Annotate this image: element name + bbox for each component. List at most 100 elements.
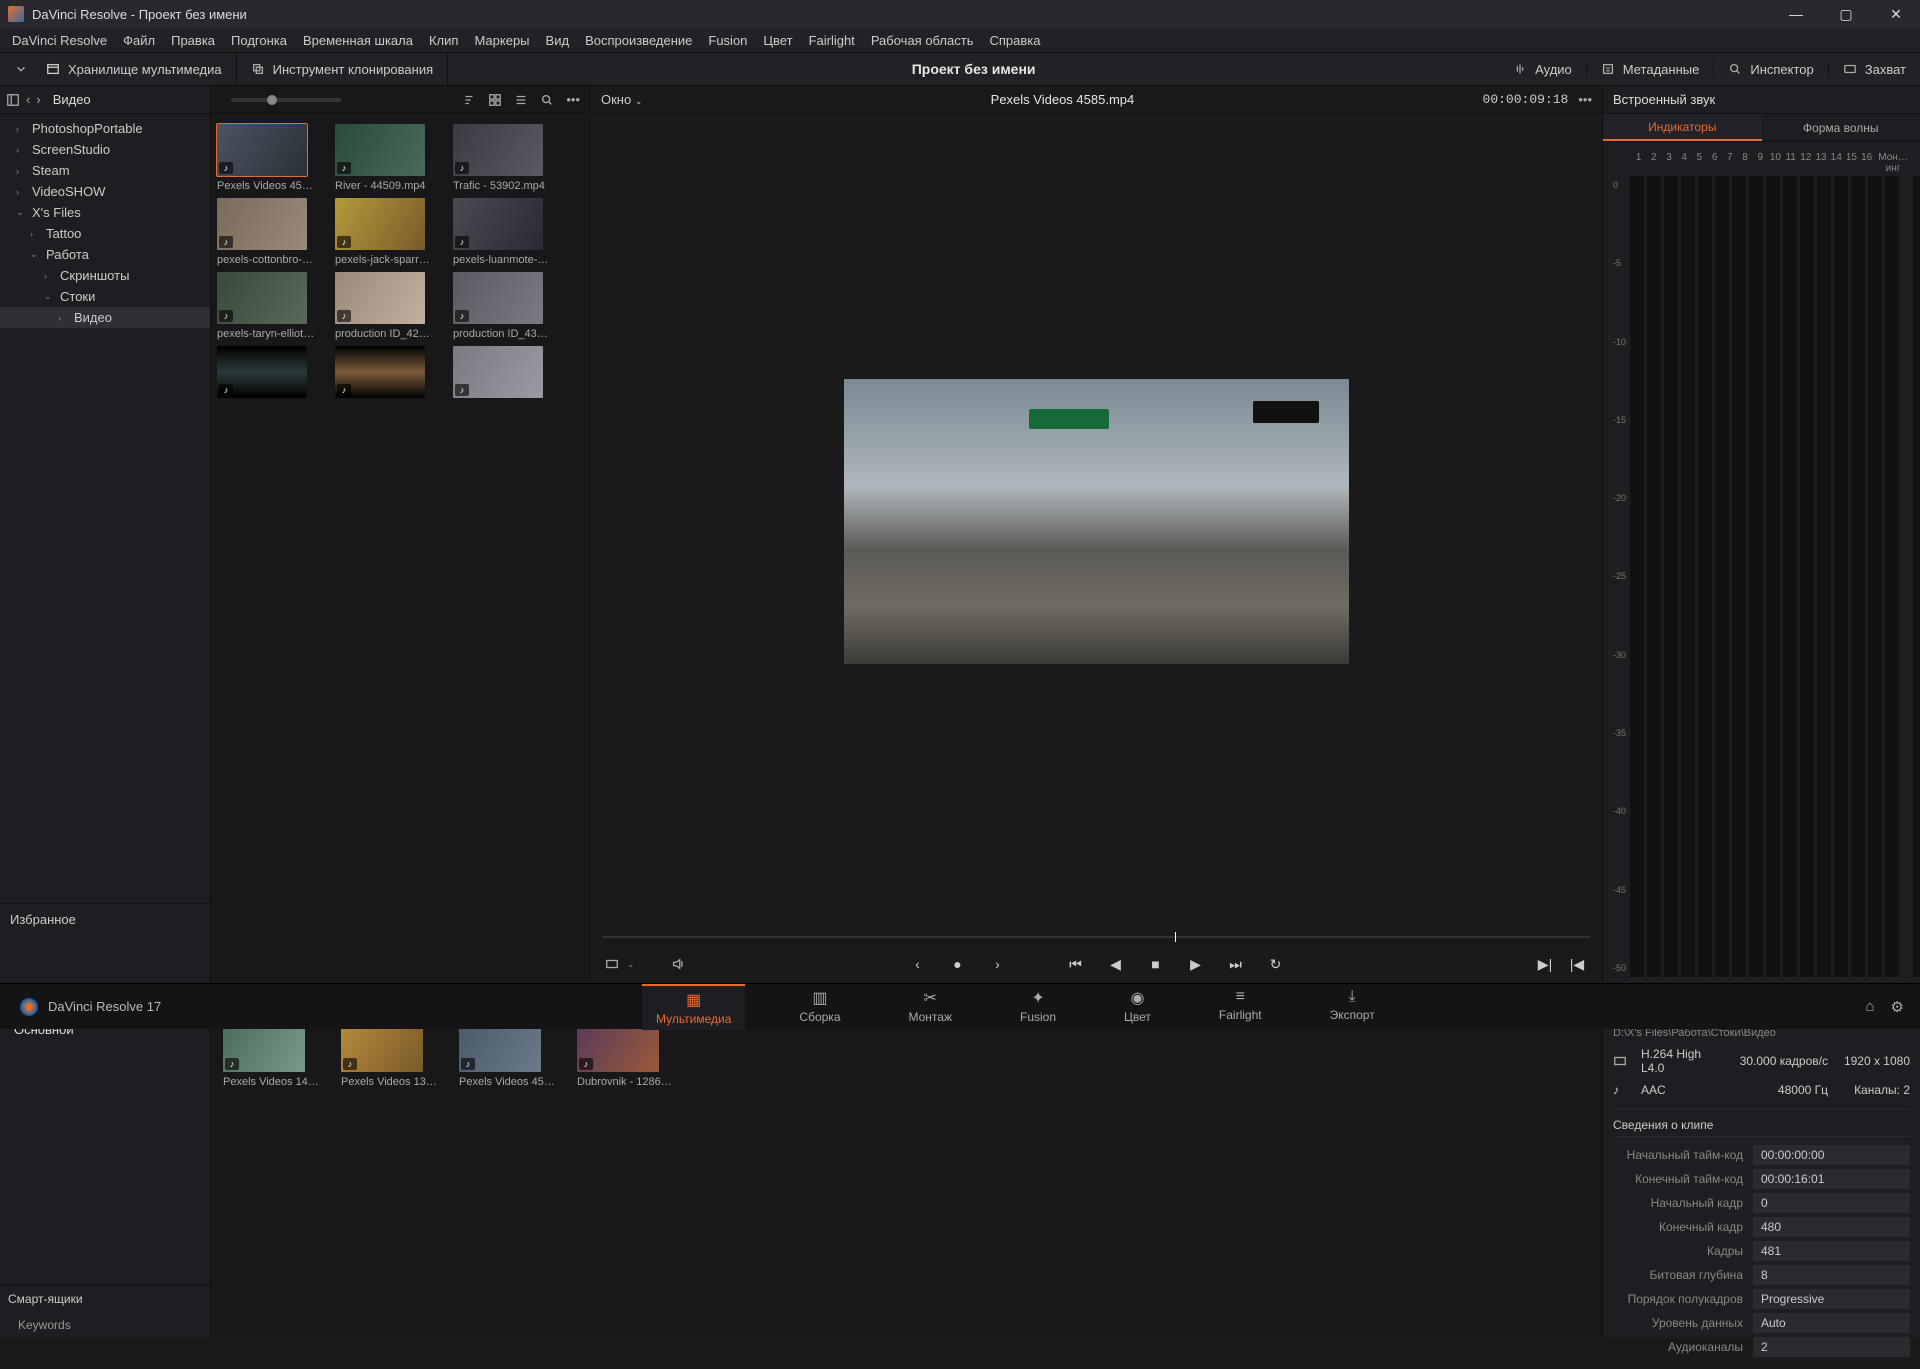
tree-item[interactable]: ›Скриншоты [0,265,210,286]
viewer-mode-dropdown[interactable]: Окно ⌄ [601,92,642,107]
toolbar-inspector[interactable]: Инспектор [1750,62,1813,77]
pool-clip[interactable]: ♪pexels-jack-sparrow-… [335,198,435,266]
page-tab[interactable]: ≡Fairlight [1205,984,1276,1030]
tree-item[interactable]: ›ScreenStudio [0,139,210,160]
meta-field-value[interactable]: Auto [1753,1313,1910,1333]
minimize-button[interactable]: — [1780,6,1812,23]
pool-clip[interactable]: ♪ [217,346,317,402]
page-tab[interactable]: ⤓Экспорт [1316,984,1389,1030]
tree-item[interactable]: ›VideoSHOW [0,181,210,202]
meta-field-value[interactable]: Progressive [1753,1289,1910,1309]
menu-item[interactable]: Fusion [700,31,755,50]
meta-field-value[interactable]: 481 [1753,1241,1910,1261]
pool-clip[interactable]: ♪River - 44509.mp4 [335,124,435,192]
loop-icon[interactable]: ↻ [1265,956,1287,973]
nav-fwd[interactable]: › [36,92,40,107]
nav-back[interactable]: ‹ [26,92,30,107]
pool-clip[interactable]: ♪production ID_43407… [453,272,553,340]
meta-field-value[interactable]: 8 [1753,1265,1910,1285]
tree-item[interactable]: ›Tattoo [0,223,210,244]
bin-clip[interactable]: ♪Pexels Videos 141… [223,1024,323,1088]
page-tab[interactable]: ✦Fusion [1006,984,1070,1030]
aspect-dropdown[interactable]: ⌄ [627,959,635,970]
tree-item[interactable]: ⌄Стоки [0,286,210,307]
menu-item[interactable]: Воспроизведение [577,31,700,50]
tree-item[interactable]: ›Steam [0,160,210,181]
menubar: DaVinci Resolve Файл Правка Подгонка Вре… [0,28,1920,52]
pool-clip[interactable]: ♪pexels-taryn-elliott-5… [217,272,317,340]
page-tab[interactable]: ▦Мультимедиа [642,984,745,1030]
menu-item[interactable]: Клип [421,31,466,50]
viewer-options-icon[interactable]: ••• [1578,92,1592,107]
audio-tab-waveform[interactable]: Форма волны [1762,114,1920,141]
play-icon[interactable]: ▶ [1185,956,1207,973]
bin-clip[interactable]: ♪Dubrovnik - 1286… [577,1024,677,1088]
pool-clip[interactable]: ♪Pexels Videos 4585… [217,124,317,192]
bin-clip[interactable]: ♪Pexels Videos 139… [341,1024,441,1088]
mark-in-icon[interactable]: ‹ [907,956,929,972]
page-tab[interactable]: ▥Сборка [785,984,854,1030]
menu-item[interactable]: Цвет [755,31,800,50]
smartbin-keywords[interactable]: Keywords [0,1312,210,1338]
menu-item[interactable]: Вид [538,31,578,50]
project-settings-icon[interactable]: ⚙ [1891,998,1904,1016]
tree-item[interactable]: ⌄X's Files [0,202,210,223]
play-reverse-icon[interactable]: ◀ [1105,956,1127,973]
list-icon[interactable] [514,93,528,107]
tree-item[interactable]: ›PhotoshopPortable [0,118,210,139]
grid-icon[interactable] [488,93,502,107]
sort-icon[interactable] [462,93,476,107]
menu-item[interactable]: Рабочая область [863,31,982,50]
volume-icon[interactable] [671,957,685,971]
menu-item[interactable]: DaVinci Resolve [4,31,115,50]
aspect-icon[interactable] [605,957,619,971]
mark-out-icon[interactable]: › [987,956,1009,972]
meta-field-value[interactable]: 00:00:00:00 [1753,1145,1910,1165]
toolbar-capture[interactable]: Захват [1865,62,1906,77]
toolbar-clone[interactable]: Инструмент клонирования [273,62,434,77]
go-start-icon[interactable]: ⏮ [1065,956,1087,973]
bin-clip[interactable]: ♪Pexels Videos 458… [459,1024,559,1088]
toolbar-mediapool[interactable]: Хранилище мультимедиа [68,62,222,77]
dropdown-icon[interactable] [14,62,28,76]
menu-item[interactable]: Справка [981,31,1048,50]
go-end-icon[interactable]: ⏭ [1225,956,1247,973]
pool-clip[interactable]: ♪ [453,346,553,402]
meta-field-value[interactable]: 480 [1753,1217,1910,1237]
maximize-button[interactable]: ▢ [1830,6,1862,23]
pool-clip[interactable]: ♪pexels-luanmote-66… [453,198,553,266]
pool-clip[interactable]: ♪ [335,346,435,402]
menu-item[interactable]: Правка [163,31,223,50]
home-icon[interactable]: ⌂ [1865,998,1874,1016]
prev-clip-icon[interactable]: |◀ [1566,956,1588,973]
thumb-size-slider[interactable] [231,98,341,102]
sidebar-toggle-icon[interactable] [6,93,20,107]
audio-tab-indicators[interactable]: Индикаторы [1603,114,1762,141]
page-tab[interactable]: ◉Цвет [1110,984,1165,1030]
pool-clip[interactable]: ♪Trafic - 53902.mp4 [453,124,553,192]
more-icon[interactable]: ••• [566,92,580,107]
meta-field-value[interactable]: 2 [1753,1337,1910,1357]
menu-item[interactable]: Временная шкала [295,31,421,50]
page-tab[interactable]: ✂Монтаж [895,984,967,1030]
tree-item[interactable]: ›Видео [0,307,210,328]
meta-field-value[interactable]: 0 [1753,1193,1910,1213]
menu-item[interactable]: Подгонка [223,31,295,50]
stop-icon[interactable]: ■ [1145,956,1167,972]
menu-item[interactable]: Маркеры [466,31,537,50]
viewer-scrubber[interactable] [591,929,1602,945]
next-clip-icon[interactable]: ▶| [1534,956,1556,973]
close-button[interactable]: ✕ [1880,6,1912,23]
viewer-image[interactable] [844,379,1349,664]
pool-clip[interactable]: ♪production ID_42649… [335,272,435,340]
menu-item[interactable]: Файл [115,31,163,50]
search-icon[interactable] [540,93,554,107]
mark-clip-icon[interactable]: ● [947,956,969,972]
pool-clip[interactable]: ♪pexels-cottonbro-54… [217,198,317,266]
toolbar-metadata[interactable]: Метаданные [1623,62,1700,77]
meta-field-value[interactable]: 00:00:16:01 [1753,1169,1910,1189]
menu-item[interactable]: Fairlight [801,31,863,50]
audio-meter [1732,176,1746,977]
toolbar-audio[interactable]: Аудио [1535,62,1572,77]
tree-item[interactable]: ⌄Работа [0,244,210,265]
